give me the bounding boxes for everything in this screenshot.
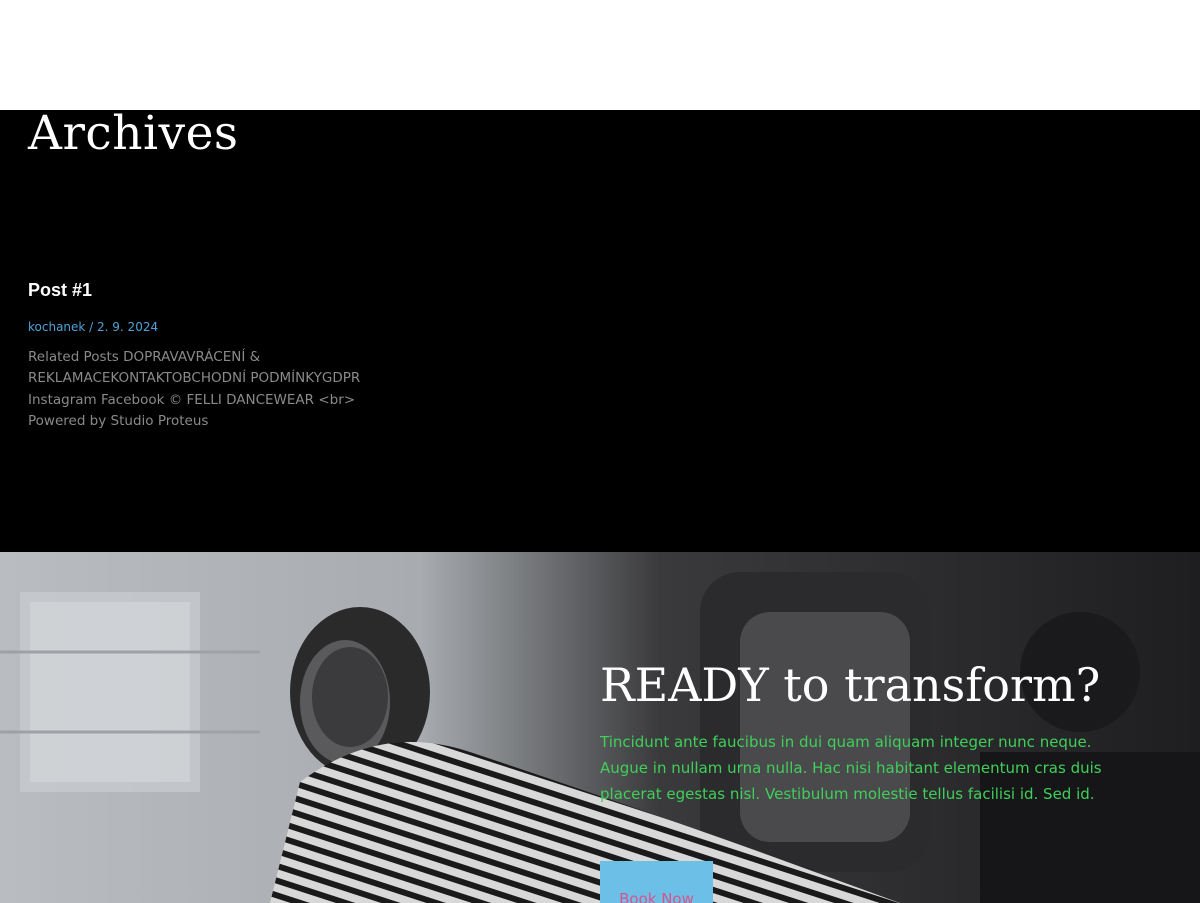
post-date: 2. 9. 2024 (97, 319, 159, 334)
cta-content: READY to transform? Tincidunt ante fauci… (600, 660, 1160, 807)
meta-separator: / (85, 319, 98, 334)
page-title: Archives (28, 110, 239, 161)
post-meta: kochanek / 2. 9. 2024 (28, 320, 388, 334)
post-title[interactable]: Post #1 (28, 280, 388, 302)
site-header (0, 0, 1200, 110)
post-excerpt: Related Posts DOPRAVAVRÁCENÍ & REKLAMACE… (28, 348, 361, 430)
post-author-link[interactable]: kochanek (28, 320, 85, 334)
cta-heading: READY to transform? (600, 658, 1101, 712)
archive-section: Archives Post #1 kochanek / 2. 9. 2024 R… (0, 110, 1200, 552)
cta-section: READY to transform? Tincidunt ante fauci… (0, 552, 1200, 903)
cta-description: Tincidunt ante faucibus in dui quam aliq… (600, 732, 1102, 803)
book-now-button[interactable]: Book Now (600, 861, 713, 903)
post-item: Post #1 kochanek / 2. 9. 2024 Related Po… (28, 280, 388, 433)
